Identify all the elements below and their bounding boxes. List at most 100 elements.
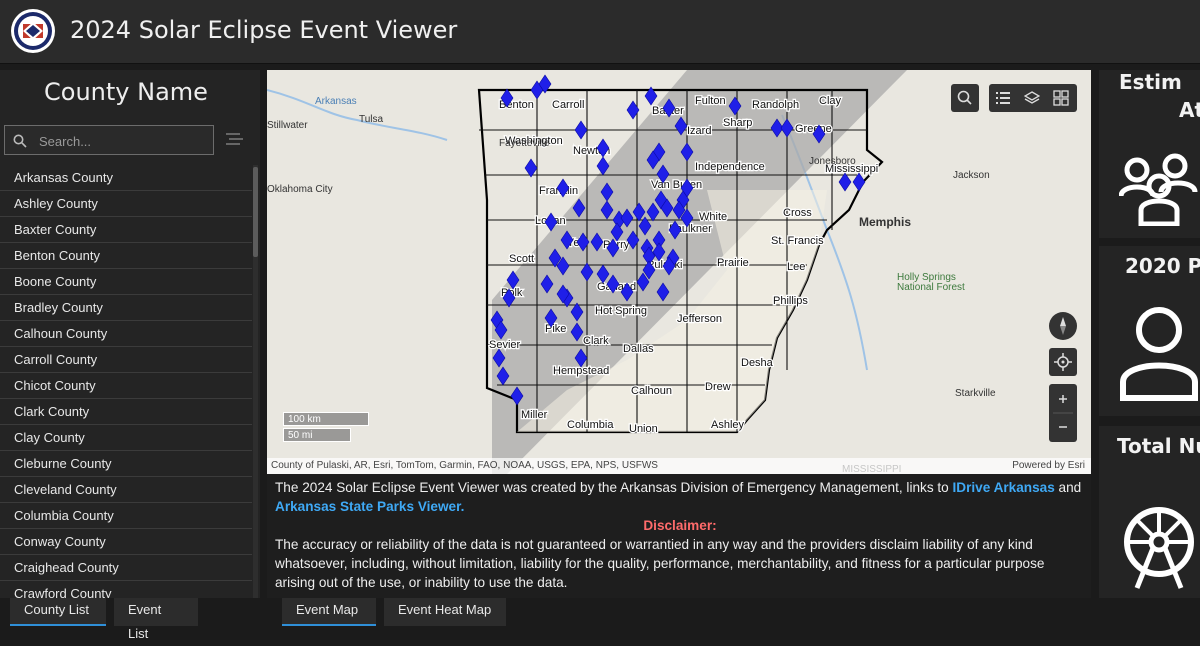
county-label: Carroll — [552, 99, 584, 111]
scrollbar-thumb[interactable] — [253, 167, 258, 257]
card1-title-line1: Estim — [1119, 70, 1182, 94]
place-label: Stillwater — [267, 120, 308, 131]
county-label: White — [699, 211, 727, 223]
county-list-title: County Name — [44, 78, 208, 106]
place-label: Arkansas — [315, 96, 357, 107]
card3-title: Total Nu — [1117, 434, 1200, 458]
compass-icon — [1060, 317, 1066, 335]
search-input[interactable] — [39, 131, 209, 151]
county-label: Fulton — [695, 95, 726, 107]
county-label: Van Buren — [651, 179, 702, 191]
county-label: Ashley — [711, 419, 745, 431]
map-canvas[interactable]: BentonCarrollBaxterFultonRandolphClayWas… — [267, 70, 1091, 474]
map-toolbar — [989, 84, 1077, 112]
county-list-scrollbar[interactable] — [253, 165, 258, 598]
search-icon — [957, 90, 972, 105]
scale-mi: 50 mi — [283, 428, 351, 442]
county-list-item[interactable]: Crawford County — [0, 581, 252, 598]
county-label: Jefferson — [677, 313, 722, 325]
basemap-gallery-icon[interactable] — [1053, 90, 1069, 106]
map-search-button[interactable] — [951, 84, 979, 112]
zoom-controls-graphic — [1053, 395, 1073, 428]
description-intro: The 2024 Solar Eclipse Event Viewer was … — [275, 480, 953, 495]
place-label: Jonesboro — [809, 156, 856, 167]
county-label: Lee — [787, 261, 805, 273]
card2-title: 2020 P — [1125, 254, 1200, 278]
total-number-card: Total Nu — [1099, 426, 1200, 610]
county-label: Izard — [687, 125, 711, 137]
county-list-item[interactable]: Arkansas County — [0, 165, 252, 191]
place-label: Oklahoma City — [267, 184, 333, 195]
tab-event-list[interactable]: Event List — [114, 598, 198, 641]
county-list-panel: County Name Arkansas CountyAshley County… — [0, 70, 260, 598]
scale-km: 100 km — [283, 412, 369, 426]
county-label: Columbia — [567, 419, 614, 431]
county-label: Desha — [741, 357, 774, 369]
county-list-item[interactable]: Baxter County — [0, 217, 252, 243]
county-list-item[interactable]: Calhoun County — [0, 321, 252, 347]
layers-icon[interactable] — [1024, 90, 1040, 106]
locate-icon — [1054, 353, 1072, 371]
county-list-item[interactable]: Benton County — [0, 243, 252, 269]
tab-county-list[interactable]: County List — [10, 598, 106, 626]
scale-bar: 100 km 50 mi — [283, 412, 369, 444]
idrive-arkansas-link[interactable]: IDrive Arkansas — [953, 480, 1055, 495]
event-map[interactable]: BentonCarrollBaxterFultonRandolphClayWas… — [267, 70, 1091, 474]
county-list-item[interactable]: Boone County — [0, 269, 252, 295]
app-title: 2024 Solar Eclipse Event Viewer — [70, 16, 458, 44]
attendance-estimate-card: Estim At — [1099, 70, 1200, 238]
bottom-tabs: County List Event List Event Map Event H… — [0, 598, 1200, 641]
zoom-in-icon[interactable] — [1059, 395, 1067, 403]
place-label: Fayetteville — [499, 138, 550, 149]
place-label: Jackson — [953, 170, 990, 181]
county-list-item[interactable]: Bradley County — [0, 295, 252, 321]
county-label: Drew — [705, 381, 731, 393]
arkansas-seal-logo — [11, 9, 55, 53]
county-label: Hot Spring — [595, 305, 647, 317]
county-list-item[interactable]: Ashley County — [0, 191, 252, 217]
county-label: Randolph — [752, 99, 799, 111]
county-list-item[interactable]: Cleburne County — [0, 451, 252, 477]
description-text: The 2024 Solar Eclipse Event Viewer was … — [275, 478, 1085, 516]
search-box[interactable] — [4, 125, 214, 155]
zoom-controls — [1049, 384, 1077, 442]
county-label: Miller — [521, 409, 548, 421]
app-header: 2024 Solar Eclipse Event Viewer — [0, 0, 1200, 64]
county-label: Scott — [509, 253, 534, 265]
tab-event-heat-map[interactable]: Event Heat Map — [384, 598, 506, 626]
place-label: Tulsa — [359, 114, 384, 125]
crowd-icon — [1119, 153, 1198, 226]
place-label: National Forest — [897, 282, 965, 293]
county-label: St. Francis — [771, 235, 824, 247]
state-parks-viewer-link[interactable]: Arkansas State Parks Viewer. — [275, 499, 464, 514]
locate-button[interactable] — [1049, 348, 1077, 376]
attribution-text: County of Pulaski, AR, Esri, TomTom, Gar… — [271, 460, 658, 471]
county-label: Prairie — [717, 257, 749, 269]
county-label: Clark — [583, 335, 609, 347]
disclaimer-text: The accuracy or reliability of the data … — [275, 537, 1045, 590]
county-label: Cross — [783, 207, 812, 219]
compass-button[interactable] — [1049, 312, 1077, 340]
legend-list-icon[interactable] — [995, 90, 1011, 106]
county-list-item[interactable]: Columbia County — [0, 503, 252, 529]
county-list-item[interactable]: Conway County — [0, 529, 252, 555]
event-map-panel: BentonCarrollBaxterFultonRandolphClayWas… — [267, 70, 1091, 598]
county-label: Clay — [819, 95, 842, 107]
place-label: Memphis — [859, 215, 911, 229]
county-list-item[interactable]: Clark County — [0, 399, 252, 425]
county-list-item[interactable]: Clay County — [0, 425, 252, 451]
county-list-item[interactable]: Craighead County — [0, 555, 252, 581]
powered-by-esri[interactable]: Powered by Esri — [1012, 458, 1085, 474]
county-list-item[interactable]: Cleveland County — [0, 477, 252, 503]
map-attribution: County of Pulaski, AR, Esri, TomTom, Gar… — [267, 458, 1091, 474]
card1-title-line2: At — [1179, 98, 1200, 122]
county-label: Pike — [545, 323, 566, 335]
county-list-item[interactable]: Chicot County — [0, 373, 252, 399]
filter-options-icon[interactable] — [226, 132, 244, 146]
county-list-item[interactable]: Carroll County — [0, 347, 252, 373]
place-label: Starkville — [955, 388, 996, 399]
stats-column: Estim At 2020 P Total Nu — [1099, 70, 1200, 610]
tab-event-map[interactable]: Event Map — [282, 598, 376, 626]
county-label: Dallas — [623, 343, 654, 355]
county-label: Sevier — [489, 339, 521, 351]
